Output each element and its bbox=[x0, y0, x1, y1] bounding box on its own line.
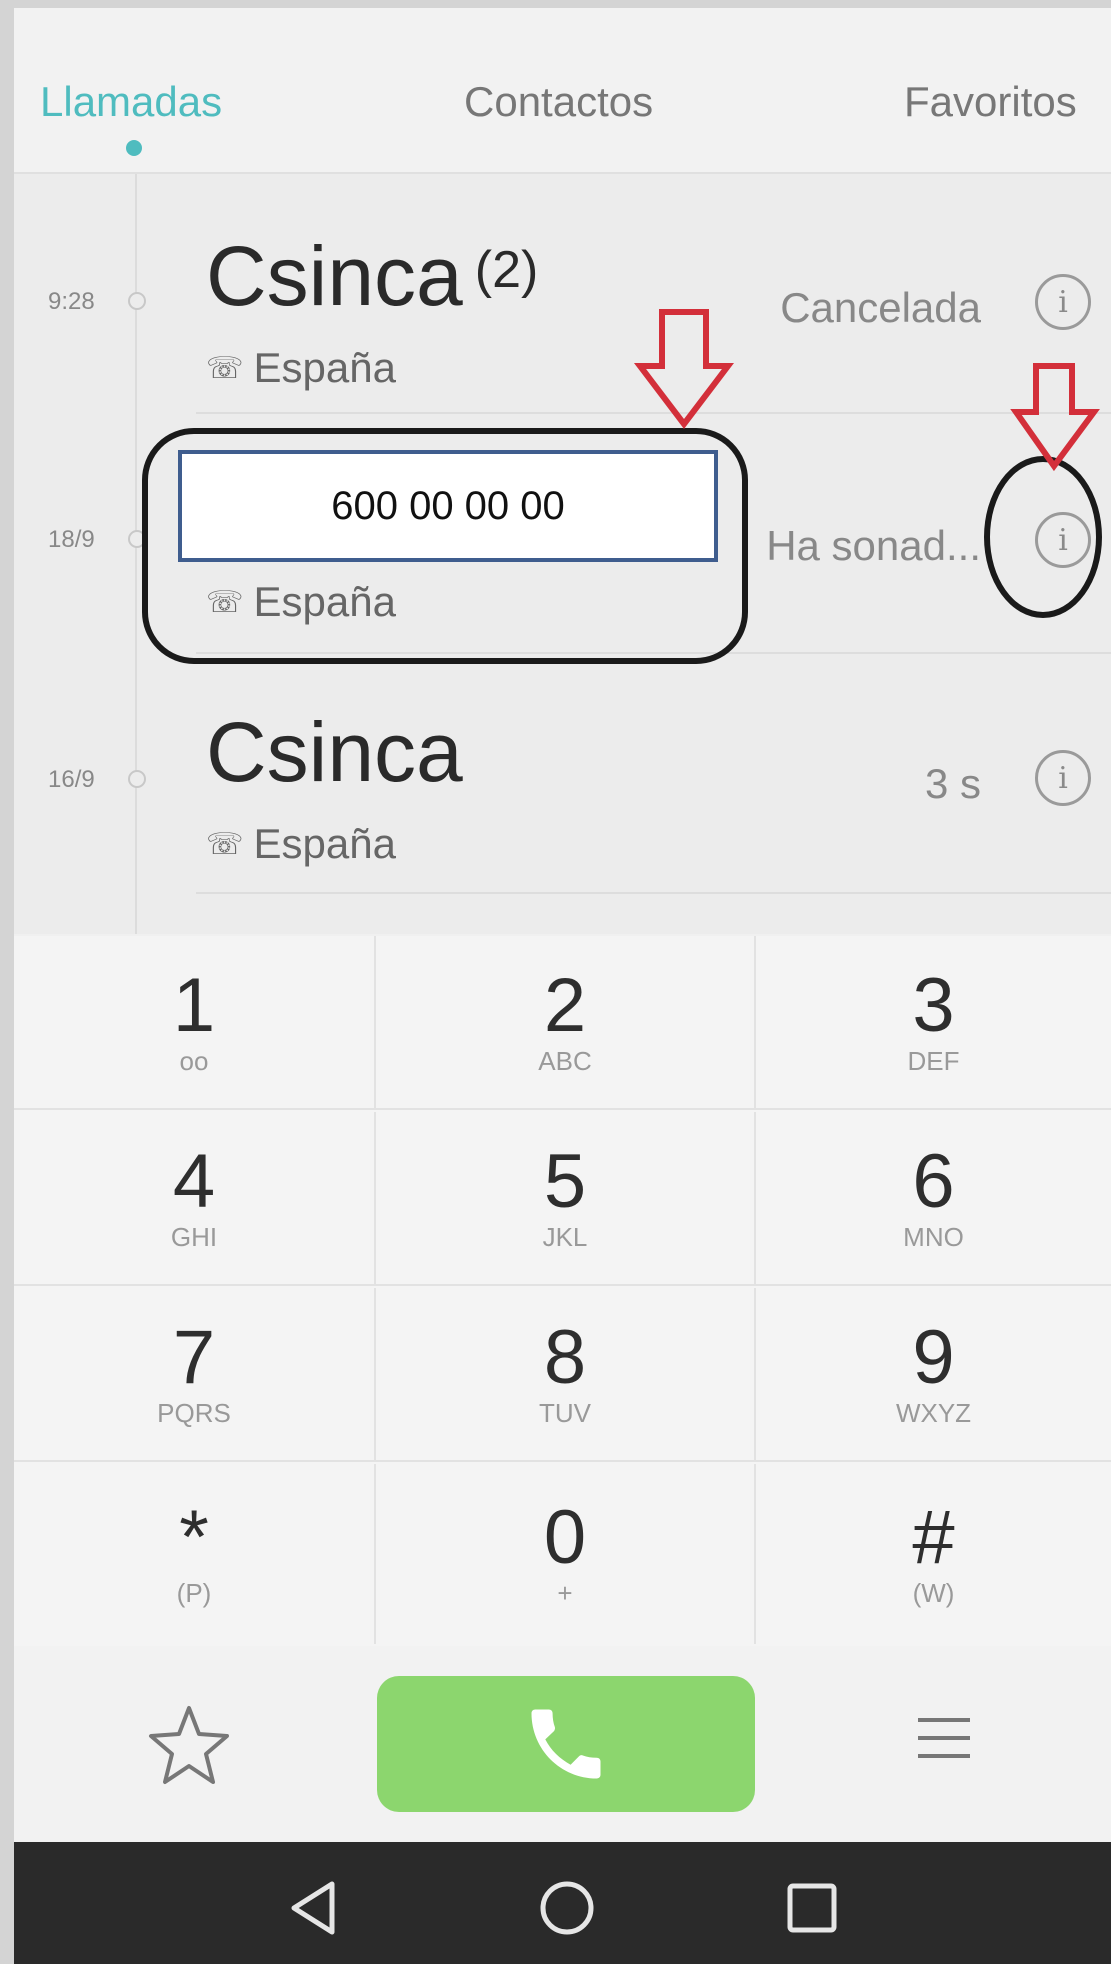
location-label: España bbox=[253, 344, 396, 391]
tab-llamadas[interactable]: Llamadas bbox=[40, 78, 222, 126]
call-status: 3 s bbox=[924, 760, 981, 807]
dial-keypad: 1 ᴏᴏ 2 ABC 3 DEF 4 GHI 5 JKL 6 MNO 7 PQR… bbox=[14, 936, 1111, 1646]
call-time: 16/9 bbox=[48, 766, 95, 793]
menu-icon[interactable] bbox=[914, 1712, 974, 1764]
call-count: (2) bbox=[474, 241, 539, 299]
highlight-rectangle bbox=[142, 428, 748, 664]
call-time: 18/9 bbox=[48, 526, 95, 553]
key-5[interactable]: 5 JKL bbox=[376, 1112, 756, 1286]
system-navigation-bar bbox=[14, 1842, 1111, 1964]
key-0[interactable]: 0 + bbox=[376, 1464, 756, 1644]
outgoing-call-icon: ☏ bbox=[206, 827, 244, 861]
tab-favoritos[interactable]: Favoritos bbox=[904, 78, 1077, 126]
dialer-screen: Llamadas Contactos Favoritos 9:28 Csinca… bbox=[14, 8, 1111, 1964]
outgoing-call-icon: ☏ bbox=[206, 351, 244, 385]
tab-contactos[interactable]: Contactos bbox=[464, 78, 653, 126]
call-log-row[interactable]: 16/9 Csinca ☏ España 3 s i bbox=[14, 654, 1111, 894]
call-button[interactable] bbox=[377, 1676, 755, 1812]
key-hash[interactable]: # (W) bbox=[756, 1464, 1111, 1644]
recent-apps-icon[interactable] bbox=[786, 1882, 838, 1934]
star-icon[interactable] bbox=[144, 1700, 234, 1790]
tab-bar: Llamadas Contactos Favoritos bbox=[14, 8, 1111, 174]
call-time: 9:28 bbox=[48, 288, 95, 315]
key-4[interactable]: 4 GHI bbox=[14, 1112, 376, 1286]
timeline-dot bbox=[128, 770, 146, 788]
info-icon: i bbox=[1058, 284, 1068, 320]
highlight-circle bbox=[984, 456, 1102, 618]
call-location: ☏ España bbox=[206, 820, 396, 868]
location-label: España bbox=[253, 820, 396, 867]
key-2[interactable]: 2 ABC bbox=[376, 936, 756, 1110]
call-status: Ha sonad... bbox=[766, 522, 981, 569]
key-7[interactable]: 7 PQRS bbox=[14, 1288, 376, 1462]
row-divider bbox=[196, 892, 1111, 894]
info-button[interactable]: i bbox=[1035, 274, 1091, 330]
call-log-row[interactable]: 9:28 Csinca (2) ☏ España Cancelada i bbox=[14, 174, 1111, 414]
info-icon: i bbox=[1058, 760, 1068, 796]
dialer-action-bar bbox=[14, 1646, 1111, 1842]
call-location: ☏ España bbox=[206, 344, 396, 392]
annotation-arrow-down bbox=[1010, 363, 1100, 472]
key-8[interactable]: 8 TUV bbox=[376, 1288, 756, 1462]
annotation-arrow-down bbox=[634, 309, 734, 429]
phone-icon bbox=[531, 1709, 601, 1779]
back-icon[interactable] bbox=[284, 1878, 344, 1938]
info-button[interactable]: i bbox=[1035, 750, 1091, 806]
call-name: Csinca (2) bbox=[206, 229, 539, 323]
call-name: Csinca bbox=[206, 705, 463, 799]
home-icon[interactable] bbox=[537, 1878, 597, 1938]
active-tab-indicator bbox=[126, 140, 142, 156]
voicemail-icon: ᴏᴏ bbox=[179, 1045, 209, 1076]
key-9[interactable]: 9 WXYZ bbox=[756, 1288, 1111, 1462]
key-1[interactable]: 1 ᴏᴏ bbox=[14, 936, 376, 1110]
call-status: Cancelada bbox=[780, 284, 981, 331]
key-3[interactable]: 3 DEF bbox=[756, 936, 1111, 1110]
timeline-dot bbox=[128, 292, 146, 310]
key-6[interactable]: 6 MNO bbox=[756, 1112, 1111, 1286]
key-star[interactable]: * (P) bbox=[14, 1464, 376, 1644]
